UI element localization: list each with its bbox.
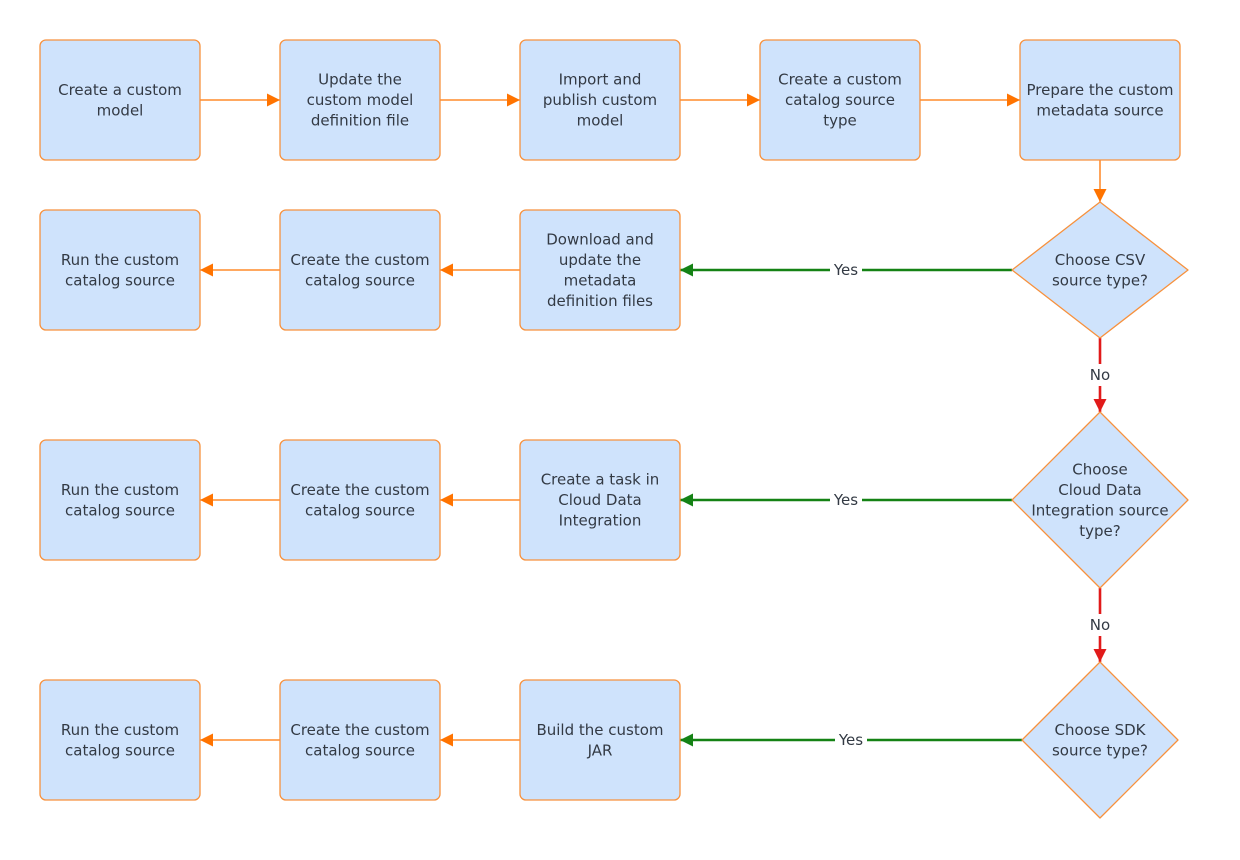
node-label: Choose CSV <box>1055 251 1146 269</box>
decision-diamond <box>1011 411 1189 589</box>
node-label: Integration source <box>1031 501 1168 519</box>
node-label: JAR <box>587 741 613 759</box>
edges: Yes No Yes No Yes <box>200 93 1114 751</box>
node-label: type? <box>1079 522 1120 540</box>
node-label: metadata <box>564 271 637 289</box>
process-node: Run the custom catalog source <box>39 439 201 561</box>
node-label: source type? <box>1052 741 1148 759</box>
node-label: Update the <box>318 71 402 89</box>
node-label: definition file <box>311 112 409 130</box>
process-box <box>279 679 441 801</box>
process-node: Create the custom catalog source <box>279 679 441 801</box>
process-node: Create a task in Cloud Data Integration <box>519 439 681 561</box>
process-node: Update the custom model definition file <box>279 39 441 161</box>
node-label: catalog source <box>305 271 415 289</box>
node-label: Create the custom <box>290 481 429 499</box>
process-node: Create a custom catalog source type <box>759 39 921 161</box>
connector-label: No <box>1090 366 1110 384</box>
node-label: Integration <box>559 512 642 530</box>
process-box <box>519 209 681 331</box>
connector-label: Yes <box>833 491 858 509</box>
process-node: Download and update the metadata definition… <box>519 209 681 331</box>
node-label: type <box>823 112 857 130</box>
node-label: Cloud Data <box>1058 481 1141 499</box>
node-label: custom model <box>307 91 414 109</box>
node-label: model <box>97 101 144 119</box>
process-box <box>279 439 441 561</box>
node-label: catalog source <box>65 501 175 519</box>
process-node: Create a custom model <box>39 39 201 161</box>
node-label: model <box>577 112 624 130</box>
yes-connector: Yes <box>680 489 1012 511</box>
nodes: Create a custom model Update the custom mod… <box>39 39 1189 819</box>
node-label: catalog source <box>305 741 415 759</box>
node-label: Prepare the custom <box>1026 81 1173 99</box>
process-node: Prepare the custom metadata source <box>1019 39 1181 161</box>
node-label: definition files <box>547 292 653 310</box>
connector-label: No <box>1090 616 1110 634</box>
node-label: Choose <box>1072 460 1127 478</box>
decision-diamond <box>1021 661 1179 819</box>
decision-diamond <box>1011 201 1189 339</box>
node-label: Run the custom <box>61 721 179 739</box>
decision-node: Choose CSV source type? <box>1011 201 1189 339</box>
node-label: catalog source <box>65 741 175 759</box>
node-label: catalog source <box>65 271 175 289</box>
no-connector: No <box>1086 588 1114 662</box>
node-label: update the <box>559 251 641 269</box>
node-label: Cloud Data <box>558 491 641 509</box>
process-box <box>1019 39 1181 161</box>
node-label: Create a custom <box>778 71 902 89</box>
process-box <box>519 679 681 801</box>
node-label: Run the custom <box>61 251 179 269</box>
process-box <box>279 209 441 331</box>
process-node: Build the custom JAR <box>519 679 681 801</box>
node-label: Import and <box>559 71 642 89</box>
process-box <box>39 679 201 801</box>
process-box <box>39 439 201 561</box>
node-label: metadata source <box>1036 101 1163 119</box>
process-node: Create the custom catalog source <box>279 209 441 331</box>
node-label: source type? <box>1052 271 1148 289</box>
node-label: catalog source <box>305 501 415 519</box>
node-label: Create the custom <box>290 251 429 269</box>
node-label: Choose SDK <box>1054 721 1146 739</box>
decision-node: Choose Cloud Data Integration source type? <box>1011 411 1189 589</box>
process-box <box>39 209 201 331</box>
process-node: Run the custom catalog source <box>39 209 201 331</box>
no-connector: No <box>1086 338 1114 412</box>
yes-connector: Yes <box>680 729 1022 751</box>
process-box <box>39 39 201 161</box>
node-label: Build the custom <box>536 721 663 739</box>
node-label: Run the custom <box>61 481 179 499</box>
node-label: Create a custom <box>58 81 182 99</box>
yes-connector: Yes <box>680 259 1012 281</box>
connector-label: Yes <box>833 261 858 279</box>
process-node: Run the custom catalog source <box>39 679 201 801</box>
process-node: Create the custom catalog source <box>279 439 441 561</box>
node-label: Download and <box>546 230 654 248</box>
node-label: publish custom <box>543 91 657 109</box>
node-label: catalog source <box>785 91 895 109</box>
connector-label: Yes <box>838 731 863 749</box>
node-label: Create a task in <box>541 471 660 489</box>
flowchart: Yes No Yes No Yes Create a custom model Update… <box>39 39 1189 819</box>
decision-node: Choose SDK source type? <box>1021 661 1179 819</box>
process-node: Import and publish custom model <box>519 39 681 161</box>
node-label: Create the custom <box>290 721 429 739</box>
